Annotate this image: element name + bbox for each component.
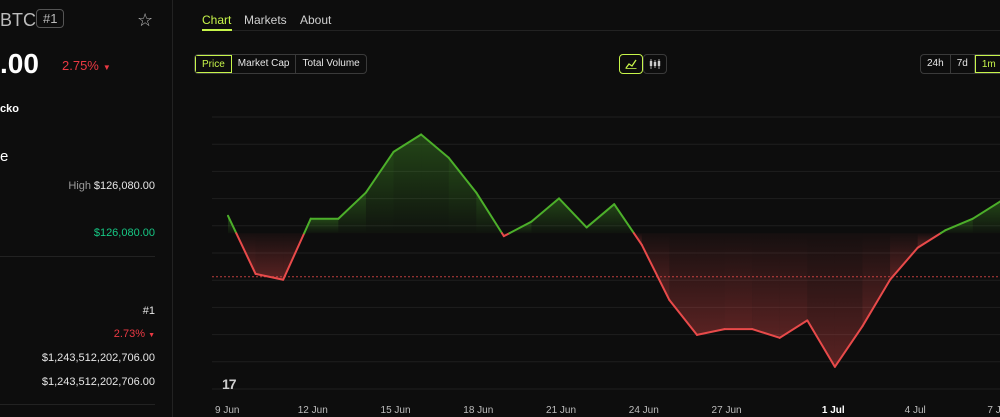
x-tick-label: 7 Jul	[987, 405, 1000, 416]
change-value-text: 2.73%	[113, 328, 145, 340]
line-chart-icon	[625, 59, 637, 69]
x-tick-label: 9 Jun	[215, 405, 239, 416]
x-tick-label: 27 Jun	[712, 405, 742, 416]
x-tick-label: 15 Jun	[381, 405, 411, 416]
market-cap-value-2: $1,243,512,202,706.00	[41, 376, 155, 388]
area-fill	[421, 134, 449, 234]
price-change: 2.75% ▼	[62, 58, 111, 73]
candlestick-chart-toggle[interactable]	[643, 54, 667, 74]
metric-market-cap-button[interactable]: Market Cap	[232, 55, 297, 73]
area-fill	[807, 233, 835, 367]
price-chart[interactable]: 9 Jun 12 Jun 15 Jun 18 Jun 21 Jun 24 Jun 27 Ju…	[212, 88, 1000, 417]
area-fill	[310, 218, 339, 234]
high-value: $126,080.00	[93, 180, 155, 192]
x-tick-label: 12 Jun	[298, 405, 328, 416]
metric-total-volume-button[interactable]: Total Volume	[296, 55, 365, 73]
range-24h-button[interactable]: 24h	[921, 55, 951, 73]
x-tick-label: 1 Jul	[822, 405, 845, 416]
current-price: .00	[0, 48, 39, 79]
area-fill	[724, 233, 753, 330]
area-fill	[255, 233, 284, 280]
change-value: 2.73% ▼	[114, 328, 155, 340]
section-subheading: e	[0, 148, 9, 165]
area-fill	[531, 198, 560, 234]
tab-markets[interactable]: Markets	[244, 13, 287, 27]
price-change-value: 2.75%	[62, 58, 99, 73]
x-tick-label: 18 Jun	[463, 405, 493, 416]
price-series	[227, 133, 1000, 368]
line-chart-toggle[interactable]	[619, 54, 643, 74]
rank-badge: #1	[36, 9, 65, 28]
metric-price-button[interactable]: Price	[195, 55, 232, 73]
coin-symbol: BTC	[0, 10, 36, 30]
area-fill	[752, 233, 780, 338]
area-fill	[448, 157, 477, 234]
panel-divider	[172, 0, 173, 417]
tradingview-logo-icon: 17	[222, 376, 237, 392]
x-tick-label: 24 Jun	[629, 405, 659, 416]
area-fill	[669, 233, 697, 335]
high-label: High	[68, 180, 91, 192]
tabs-underline-track	[202, 30, 1000, 31]
x-tick-label: 21 Jun	[546, 405, 576, 416]
range-7d-button[interactable]: 7d	[951, 55, 975, 73]
metric-selector: Price Market Cap Total Volume	[194, 54, 367, 74]
ath-value: $126,080.00	[93, 227, 155, 239]
coin-summary-panel: BTC #1 ☆ .00 2.75% ▼ cko e High $126,080.…	[0, 0, 172, 417]
area-fill	[890, 233, 918, 280]
x-tick-label: 4 Jul	[905, 405, 926, 416]
area-fill	[696, 233, 725, 335]
tab-about[interactable]: About	[300, 13, 331, 27]
stats-separator	[0, 256, 155, 257]
down-caret-icon: ▼	[148, 332, 155, 339]
candlestick-icon	[649, 59, 661, 69]
time-range-selector: 24h 7d 1m	[920, 54, 1000, 74]
down-caret-icon: ▼	[102, 63, 111, 72]
range-1m-button[interactable]: 1m	[974, 55, 1000, 73]
active-tab-indicator	[202, 29, 232, 31]
market-cap-value-1: $1,243,512,202,706.00	[41, 352, 155, 364]
area-fill	[365, 151, 394, 234]
data-source-label: cko	[0, 103, 19, 115]
rank-value: #1	[142, 305, 155, 317]
tab-chart[interactable]: Chart	[202, 13, 231, 27]
favorite-star-icon[interactable]: ☆	[137, 10, 153, 31]
stats-separator-bottom	[0, 404, 155, 405]
area-fill	[862, 233, 891, 327]
